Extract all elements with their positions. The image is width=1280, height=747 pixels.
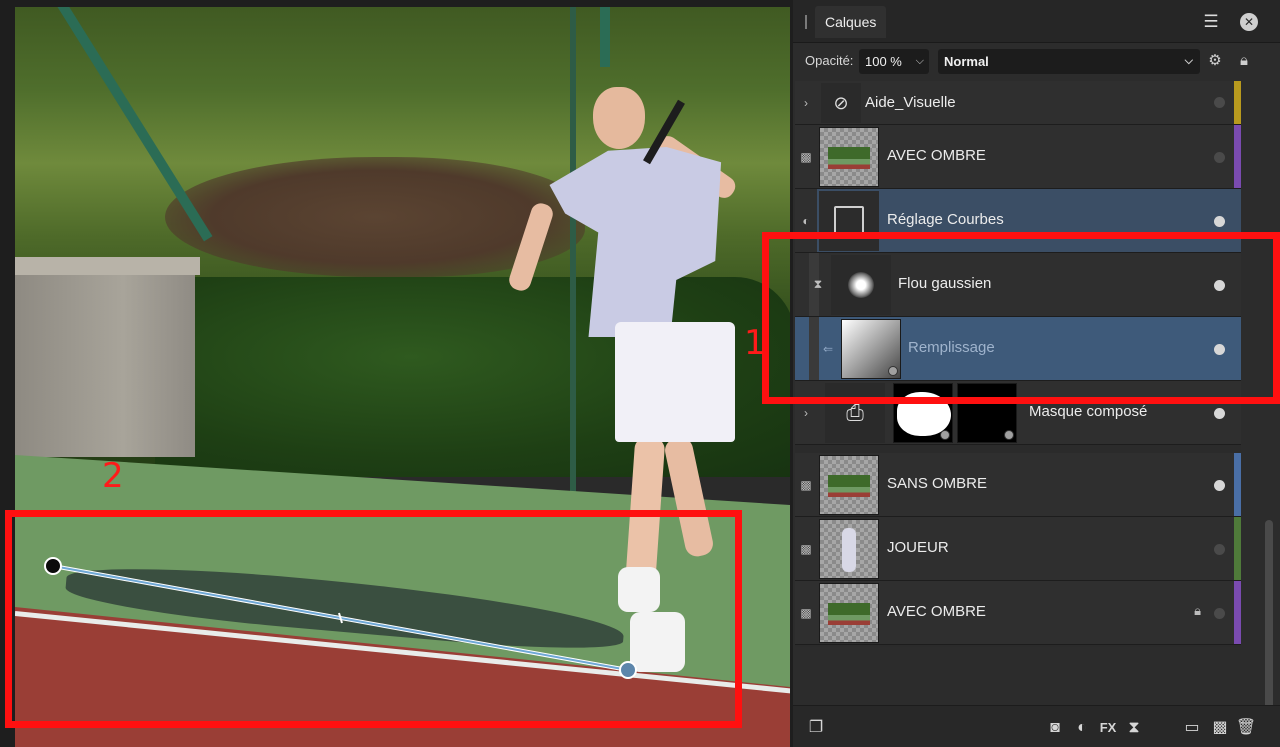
pixel-layer-icon: ▩ xyxy=(800,605,812,620)
layer-toolbar: Opacité: 100 % ⌵ Normal ⌵ ⚙ 🔒︎ xyxy=(793,44,1280,80)
lock-icon[interactable]: 🔒︎ xyxy=(1194,603,1201,619)
chevron-down-icon: ⌵ xyxy=(915,55,924,67)
layer-row-avec-ombre[interactable]: ▩ AVEC OMBRE xyxy=(795,125,1241,189)
layer-row-sans-ombre[interactable]: ▩ SANS OMBRE xyxy=(795,453,1241,517)
visibility-toggle[interactable] xyxy=(1214,152,1225,163)
lock-icon[interactable]: 🔒︎ xyxy=(1235,52,1253,70)
annotation-number-2: 2 xyxy=(102,456,124,496)
layer-stack-icon[interactable]: ❐ xyxy=(805,717,827,739)
opacity-label: Opacité: xyxy=(805,53,854,68)
visibility-toggle[interactable] xyxy=(1214,408,1225,419)
visibility-toggle[interactable] xyxy=(1214,97,1225,108)
visibility-toggle[interactable] xyxy=(1214,544,1225,555)
layer-name: AVEC OMBRE xyxy=(887,603,986,620)
layer-thumbnail xyxy=(819,455,879,515)
layer-color-tag xyxy=(1234,517,1241,580)
chevron-down-icon: ⌵ xyxy=(1184,55,1193,67)
blend-mode-select[interactable]: Normal ⌵ xyxy=(938,49,1200,74)
blend-mode-value: Normal xyxy=(944,54,989,69)
layer-color-tag xyxy=(1234,581,1241,644)
trash-icon[interactable]: 🗑︎ xyxy=(1235,717,1257,739)
layer-name: Réglage Courbes xyxy=(887,211,1004,228)
panel-menu-icon[interactable]: ☰ xyxy=(1201,12,1221,32)
panel-grip[interactable] xyxy=(805,15,807,29)
layer-name: AVEC OMBRE xyxy=(887,147,986,164)
layer-name: JOUEUR xyxy=(887,539,949,556)
layer-color-tag xyxy=(1234,81,1241,124)
layers-bottom-toolbar: ❐ ◙ ◐ FX ⧗ ▭ ▩ 🗑︎ xyxy=(793,705,1280,747)
layer-name: SANS OMBRE xyxy=(887,475,988,492)
panel-header: Calques ☰ ✕ xyxy=(793,0,1280,43)
gear-icon[interactable]: ⚙ xyxy=(1206,52,1224,70)
panel-close-icon[interactable]: ✕ xyxy=(1240,13,1258,31)
annotation-number-1: 1 xyxy=(744,323,766,363)
folder-icon[interactable]: ▭ xyxy=(1181,717,1203,739)
annotation-box-1 xyxy=(762,232,1280,404)
layer-row-joueur[interactable]: ▩ JOUEUR xyxy=(795,517,1241,581)
layer-color-tag xyxy=(1234,453,1241,516)
folder-icon: ⊘ xyxy=(821,83,861,123)
layer-name: Aide_Visuelle xyxy=(865,94,956,111)
tab-calques[interactable]: Calques xyxy=(815,6,887,38)
visibility-toggle[interactable] xyxy=(1214,216,1225,227)
layer-color-tag xyxy=(1234,125,1241,188)
visibility-toggle[interactable] xyxy=(1214,480,1225,491)
layer-thumbnail xyxy=(819,127,879,187)
pixel-layer-icon[interactable]: ▩ xyxy=(1209,717,1231,739)
expand-chevron-icon[interactable]: › xyxy=(795,81,817,124)
pixel-layer-icon: ▩ xyxy=(800,477,812,492)
pixel-layer-icon: ▩ xyxy=(800,541,812,556)
layer-name: Masque composé xyxy=(1029,403,1148,420)
annotation-box-2 xyxy=(5,510,742,728)
opacity-field[interactable]: 100 % ⌵ xyxy=(859,49,929,74)
layer-row-aide-visuelle[interactable]: › ⊘ Aide_Visuelle xyxy=(795,81,1241,125)
live-filter-icon[interactable]: ⧗ xyxy=(1123,717,1145,739)
pixel-layer-icon: ▩ xyxy=(800,149,812,164)
opacity-value: 100 % xyxy=(865,54,902,69)
fx-icon[interactable]: FX xyxy=(1097,717,1119,739)
add-mask-icon[interactable]: ◙ xyxy=(1044,717,1066,739)
layer-row-avec-ombre-locked[interactable]: ▩ AVEC OMBRE 🔒︎ xyxy=(795,581,1241,645)
visibility-toggle[interactable] xyxy=(1214,608,1225,619)
layer-thumbnail xyxy=(819,519,879,579)
adjustment-icon[interactable]: ◐ xyxy=(1071,717,1093,739)
layer-thumbnail xyxy=(819,583,879,643)
